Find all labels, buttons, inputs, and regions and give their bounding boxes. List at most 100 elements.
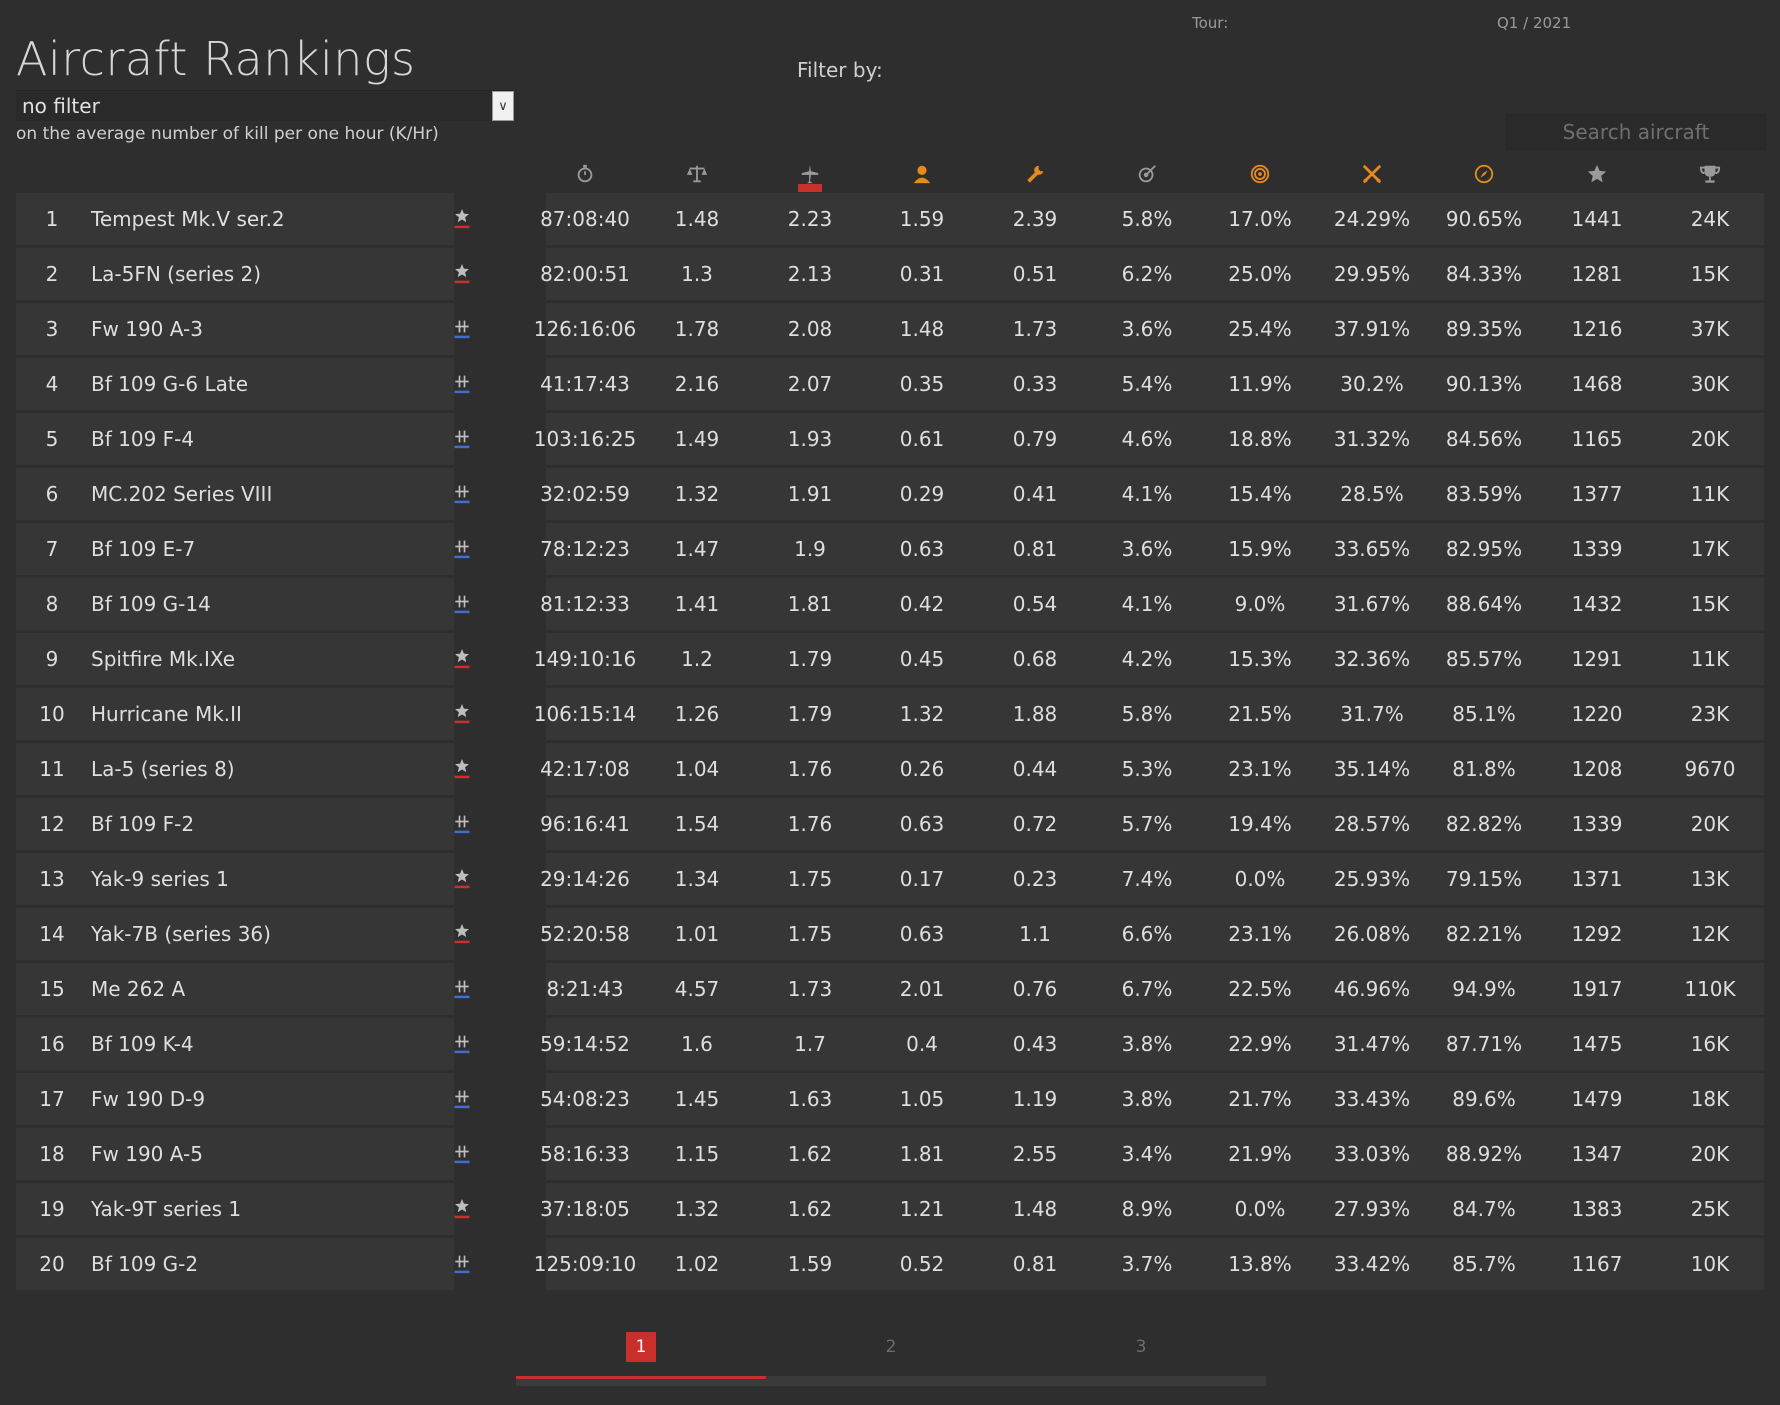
table-row[interactable]: 8 Bf 109 G-14 81:12:33 1.41 1.81 0.42 0.54 4.1%… xyxy=(16,578,1764,630)
stat-cell: 0.45 xyxy=(899,647,945,671)
table-row[interactable]: 12 Bf 109 F-2 96:16:41 1.54 1.76 0.63 0.72 5.7%… xyxy=(16,798,1764,850)
aircraft-name-link[interactable]: Bf 109 G-6 Late xyxy=(91,358,391,410)
wrench-icon xyxy=(1024,163,1046,185)
column-header-target[interactable] xyxy=(1091,156,1203,192)
stat-cell: 90.13% xyxy=(1445,372,1523,396)
table-row[interactable]: 3 Fw 190 A-3 126:16:06 1.78 2.08 1.48 1.73 3.6%… xyxy=(16,303,1764,355)
aircraft-name-link[interactable]: Bf 109 F-2 xyxy=(91,798,391,850)
stat-cell: 1.1 xyxy=(1019,922,1051,946)
table-row[interactable]: 14 Yak-7B (series 36) 52:20:58 1.01 1.75 0.63… xyxy=(16,908,1764,960)
table-row[interactable]: 15 Me 262 A 8:21:43 4.57 1.73 2.01 0.76 6.7% 22.… xyxy=(16,963,1764,1015)
column-header-crossed-swords[interactable] xyxy=(1316,156,1428,192)
page-button-3[interactable]: 3 xyxy=(1126,1332,1156,1362)
table-row[interactable]: 5 Bf 109 F-4 103:16:25 1.49 1.93 0.61 0.79 4.6%… xyxy=(16,413,1764,465)
stat-cell: 1441 xyxy=(1571,207,1623,231)
stat-cell: 1.73 xyxy=(787,977,833,1001)
column-header-plane-kill[interactable] xyxy=(754,156,866,192)
table-row[interactable]: 2 La-5FN (series 2) 82:00:51 1.3 2.13 0.31 0.5… xyxy=(16,248,1764,300)
stat-cell: 1.48 xyxy=(899,317,945,341)
stat-cell: 1.05 xyxy=(899,1087,945,1111)
aircraft-name-link[interactable]: Bf 109 F-4 xyxy=(91,413,391,465)
stat-cell: 1.59 xyxy=(899,207,945,231)
filter-description: on the average number of kill per one ho… xyxy=(16,124,439,144)
rank-cell: 7 xyxy=(45,537,59,561)
rank-cell: 15 xyxy=(39,977,65,1001)
table-row[interactable]: 18 Fw 190 A-5 58:16:33 1.15 1.62 1.81 2.55 3.4%… xyxy=(16,1128,1764,1180)
stat-cell: 1291 xyxy=(1571,647,1623,671)
aircraft-name-link[interactable]: Bf 109 G-2 xyxy=(91,1238,391,1290)
stat-cell: 27.93% xyxy=(1333,1197,1411,1221)
stat-cell: 1339 xyxy=(1571,537,1623,561)
table-row[interactable]: 19 Yak-9T series 1 37:18:05 1.32 1.62 1.21 1.4… xyxy=(16,1183,1764,1235)
rank-cell: 5 xyxy=(45,427,59,451)
stat-cell: 84.7% xyxy=(1452,1197,1516,1221)
table-row[interactable]: 4 Bf 109 G-6 Late 41:17:43 2.16 2.07 0.35 0.33… xyxy=(16,358,1764,410)
target-icon xyxy=(1136,163,1158,185)
column-header-bullseye[interactable] xyxy=(1204,156,1316,192)
stat-cell: 0.33 xyxy=(1012,372,1058,396)
aircraft-name-link[interactable]: Bf 109 K-4 xyxy=(91,1018,391,1070)
search-input[interactable] xyxy=(1506,114,1766,150)
column-header-pilot[interactable] xyxy=(866,156,978,192)
table-row[interactable]: 17 Fw 190 D-9 54:08:23 1.45 1.63 1.05 1.19 3.8%… xyxy=(16,1073,1764,1125)
aircraft-name-link[interactable]: Fw 190 A-5 xyxy=(91,1128,391,1180)
aircraft-name-link[interactable]: La-5 (series 8) xyxy=(91,743,391,795)
table-row[interactable]: 16 Bf 109 K-4 59:14:52 1.6 1.7 0.4 0.43 3.8% 22.… xyxy=(16,1018,1764,1070)
stat-cell: 11K xyxy=(1690,482,1730,506)
aircraft-name-link[interactable]: Yak-9T series 1 xyxy=(91,1183,391,1235)
stat-cell: 1.93 xyxy=(787,427,833,451)
aircraft-name-link[interactable]: Bf 109 G-14 xyxy=(91,578,391,630)
aircraft-name-link[interactable]: Hurricane Mk.II xyxy=(91,688,391,740)
stat-cell: 94.9% xyxy=(1452,977,1516,1001)
aircraft-name-link[interactable]: Bf 109 E-7 xyxy=(91,523,391,575)
column-header-star[interactable] xyxy=(1541,156,1653,192)
aircraft-name-link[interactable]: Tempest Mk.V ser.2 xyxy=(91,193,391,245)
stat-cell: 5.8% xyxy=(1121,207,1173,231)
table-row[interactable]: 10 Hurricane Mk.II 106:15:14 1.26 1.79 1.32 1.… xyxy=(16,688,1764,740)
stat-cell: 103:16:25 xyxy=(533,427,637,451)
table-row[interactable]: 20 Bf 109 G-2 125:09:10 1.02 1.59 0.52 0.81 3.7… xyxy=(16,1238,1764,1290)
stat-cell: 1.01 xyxy=(674,922,720,946)
column-header-stopwatch[interactable] xyxy=(529,156,641,192)
table-row[interactable]: 7 Bf 109 E-7 78:12:23 1.47 1.9 0.63 0.81 3.6% 15… xyxy=(16,523,1764,575)
column-header-scales[interactable] xyxy=(641,156,753,192)
aircraft-name-link[interactable]: Fw 190 A-3 xyxy=(91,303,391,355)
stat-cell: 16K xyxy=(1690,1032,1730,1056)
aircraft-name-link[interactable]: Me 262 A xyxy=(91,963,391,1015)
stat-cell: 28.57% xyxy=(1333,812,1411,836)
table-row[interactable]: 13 Yak-9 series 1 29:14:26 1.34 1.75 0.17 0.23… xyxy=(16,853,1764,905)
plane-kill-icon xyxy=(799,163,821,185)
axis-cross-icon xyxy=(446,358,478,410)
stat-cell: 1.76 xyxy=(787,812,833,836)
stat-cell: 0.4 xyxy=(906,1032,938,1056)
stat-cell: 31.67% xyxy=(1333,592,1411,616)
column-header-compass[interactable] xyxy=(1428,156,1540,192)
table-row[interactable]: 1 Tempest Mk.V ser.2 87:08:40 1.48 2.23 1.59 2… xyxy=(16,193,1764,245)
stat-cell: 0.42 xyxy=(899,592,945,616)
filter-select[interactable]: no filter ∨ xyxy=(16,90,514,121)
stat-cell: 1.6 xyxy=(681,1032,713,1056)
aircraft-name-link[interactable]: MC.202 Series VIII xyxy=(91,468,391,520)
allies-star-icon xyxy=(446,1183,478,1235)
stat-cell: 81:12:33 xyxy=(540,592,630,616)
page-button-2[interactable]: 2 xyxy=(876,1332,906,1362)
stat-cell: 46.96% xyxy=(1333,977,1411,1001)
aircraft-name-link[interactable]: Spitfire Mk.IXe xyxy=(91,633,391,685)
aircraft-name-link[interactable]: Yak-9 series 1 xyxy=(91,853,391,905)
column-header-trophy[interactable] xyxy=(1654,156,1766,192)
star-icon xyxy=(1586,163,1608,185)
stat-cell: 5.4% xyxy=(1121,372,1173,396)
table-row[interactable]: 9 Spitfire Mk.IXe 149:10:16 1.2 1.79 0.45 0.68… xyxy=(16,633,1764,685)
column-header-wrench[interactable] xyxy=(979,156,1091,192)
table-row[interactable]: 11 La-5 (series 8) 42:17:08 1.04 1.76 0.26 0.4… xyxy=(16,743,1764,795)
chevron-down-icon[interactable]: ∨ xyxy=(492,91,514,121)
stat-cell: 15.3% xyxy=(1228,647,1292,671)
stat-cell: 18K xyxy=(1690,1087,1730,1111)
stat-cell: 1.15 xyxy=(674,1142,720,1166)
aircraft-name-link[interactable]: La-5FN (series 2) xyxy=(91,248,391,300)
stat-cell: 23.1% xyxy=(1228,757,1292,781)
page-button-1[interactable]: 1 xyxy=(626,1332,656,1362)
aircraft-name-link[interactable]: Fw 190 D-9 xyxy=(91,1073,391,1125)
aircraft-name-link[interactable]: Yak-7B (series 36) xyxy=(91,908,391,960)
table-row[interactable]: 6 MC.202 Series VIII 32:02:59 1.32 1.91 0.29 0… xyxy=(16,468,1764,520)
